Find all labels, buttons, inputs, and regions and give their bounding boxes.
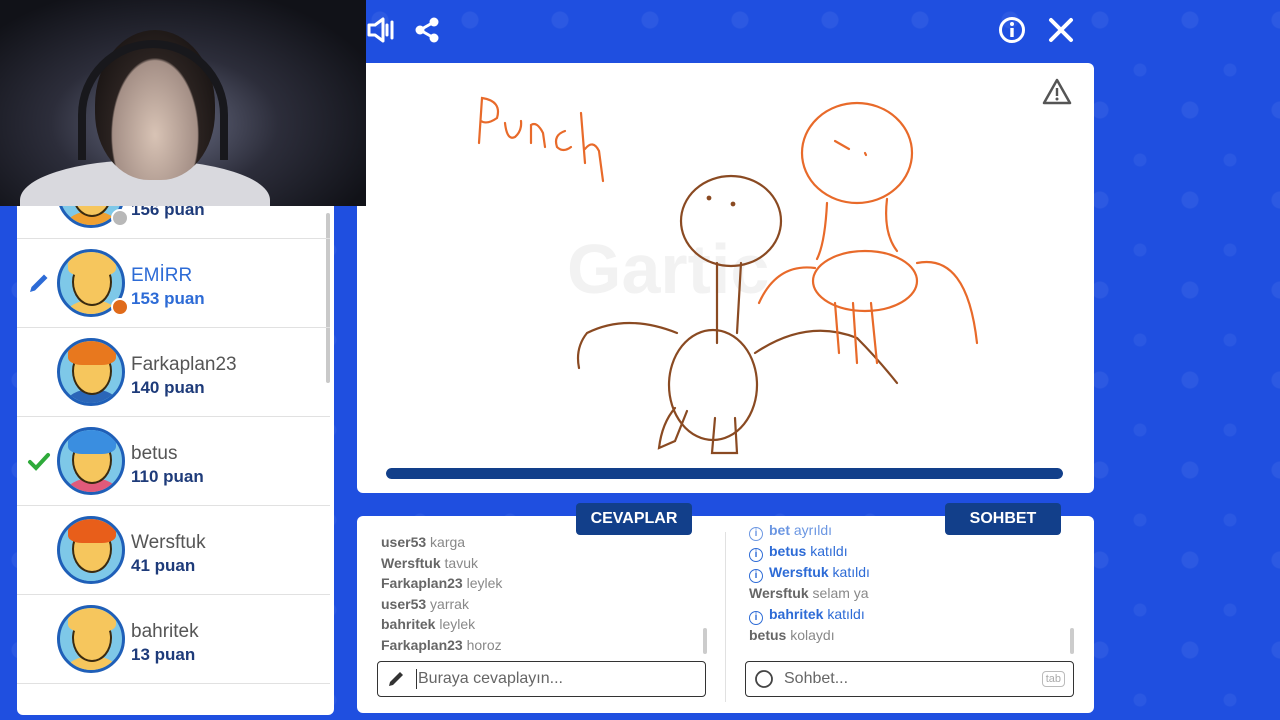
player-name: bahritek — [131, 621, 199, 642]
info-icon[interactable] — [996, 14, 1028, 46]
chat-message: Wersftuk selam ya — [749, 585, 869, 601]
pencil-icon — [30, 274, 48, 292]
pencil-icon — [389, 672, 403, 686]
player-name: Wersftuk — [131, 532, 206, 553]
chat-message: i bahritek katıldı — [749, 604, 1069, 625]
player-row[interactable]: Wersftuk 41 puan — [17, 506, 330, 595]
player-name: betus — [131, 443, 178, 464]
volume-icon[interactable] — [366, 14, 398, 46]
answer-message: bahritek leylek — [381, 616, 476, 633]
tab-answers: CEVAPLAR — [576, 503, 692, 535]
tab-chat: SOHBET — [945, 503, 1061, 535]
chat-input-placeholder: Sohbet... — [784, 670, 849, 687]
tab-key-hint: tab — [1041, 671, 1065, 687]
player-score: 110 puan — [131, 467, 204, 486]
orange-figure-drawing — [757, 101, 979, 365]
text-caret — [416, 669, 417, 689]
answers-message-list: user53 karga Wersftuk tavuk Farkaplan23 le… — [381, 532, 711, 656]
status-dot — [111, 298, 129, 316]
info-icon: i — [749, 610, 763, 625]
timer-progress-fill — [386, 468, 1063, 479]
avatar — [57, 338, 125, 406]
player-score: 156 puan — [131, 205, 205, 219]
player-row[interactable]: 156 puan — [17, 205, 330, 239]
check-icon — [28, 453, 50, 471]
player-name: Farkaplan23 — [131, 354, 237, 375]
answers-scrollbar[interactable] — [703, 628, 707, 654]
answer-message: user53 karga — [381, 534, 466, 550]
player-row[interactable]: Farkaplan23 140 puan — [17, 328, 330, 417]
webcam-overlay — [0, 0, 366, 206]
player-row[interactable]: bahritek 13 puan — [17, 595, 330, 684]
timer-progress-bar — [386, 468, 1063, 479]
info-icon: i — [749, 548, 763, 562]
player-score: 41 puan — [131, 556, 196, 575]
headphone-shape — [78, 40, 228, 160]
player-row[interactable]: betus 110 puan — [17, 417, 330, 506]
status-dot — [111, 209, 129, 227]
avatar — [57, 516, 125, 584]
player-score: 140 puan — [131, 378, 205, 397]
drawing-strokes: Gartic — [477, 96, 979, 455]
answers-chat-panel: user53 karga Wersftuk tavuk Farkaplan23 le… — [357, 516, 1094, 713]
chat-message: i betus katıldı — [749, 541, 1069, 562]
answer-input-placeholder: Buraya cevaplayın... — [418, 670, 563, 687]
answer-message: user53 yarrak — [381, 595, 469, 612]
brown-figure-drawing — [576, 174, 899, 455]
player-score: 153 puan — [131, 289, 205, 308]
avatar — [57, 427, 125, 495]
punch-word-drawing — [477, 96, 605, 183]
answer-message: Farkaplan23 horoz — [381, 636, 502, 653]
player-name: EMİRR — [131, 265, 193, 286]
avatar — [57, 605, 125, 673]
answer-message: Wersftuk tavuk — [381, 554, 479, 571]
chat-message-list: i bet ayrıldı i betus katıldı i Wersftuk katı… — [749, 522, 1069, 645]
chat-bubble-icon — [755, 670, 773, 688]
answer-message: Farkaplan23 leylek — [381, 575, 503, 592]
answer-input[interactable]: Buraya cevaplayın... — [377, 661, 706, 697]
panel-divider — [725, 532, 726, 702]
close-icon[interactable] — [1045, 14, 1077, 46]
chat-input[interactable]: Sohbet... tab — [745, 661, 1074, 697]
chat-message: betus kolaydı — [749, 626, 835, 643]
info-icon: i — [749, 527, 763, 541]
player-list: 156 puan EMİRR 153 puan Farkaplan23 140 puan… — [17, 205, 334, 715]
drawing-canvas[interactable]: Gartic — [357, 63, 1094, 493]
chat-scrollbar[interactable] — [1070, 628, 1074, 654]
share-icon[interactable] — [411, 14, 443, 46]
player-row[interactable]: EMİRR 153 puan — [17, 239, 330, 328]
info-icon: i — [749, 569, 763, 583]
chat-message: i Wersftuk katıldı — [749, 562, 1069, 583]
player-score: 13 puan — [131, 645, 196, 664]
